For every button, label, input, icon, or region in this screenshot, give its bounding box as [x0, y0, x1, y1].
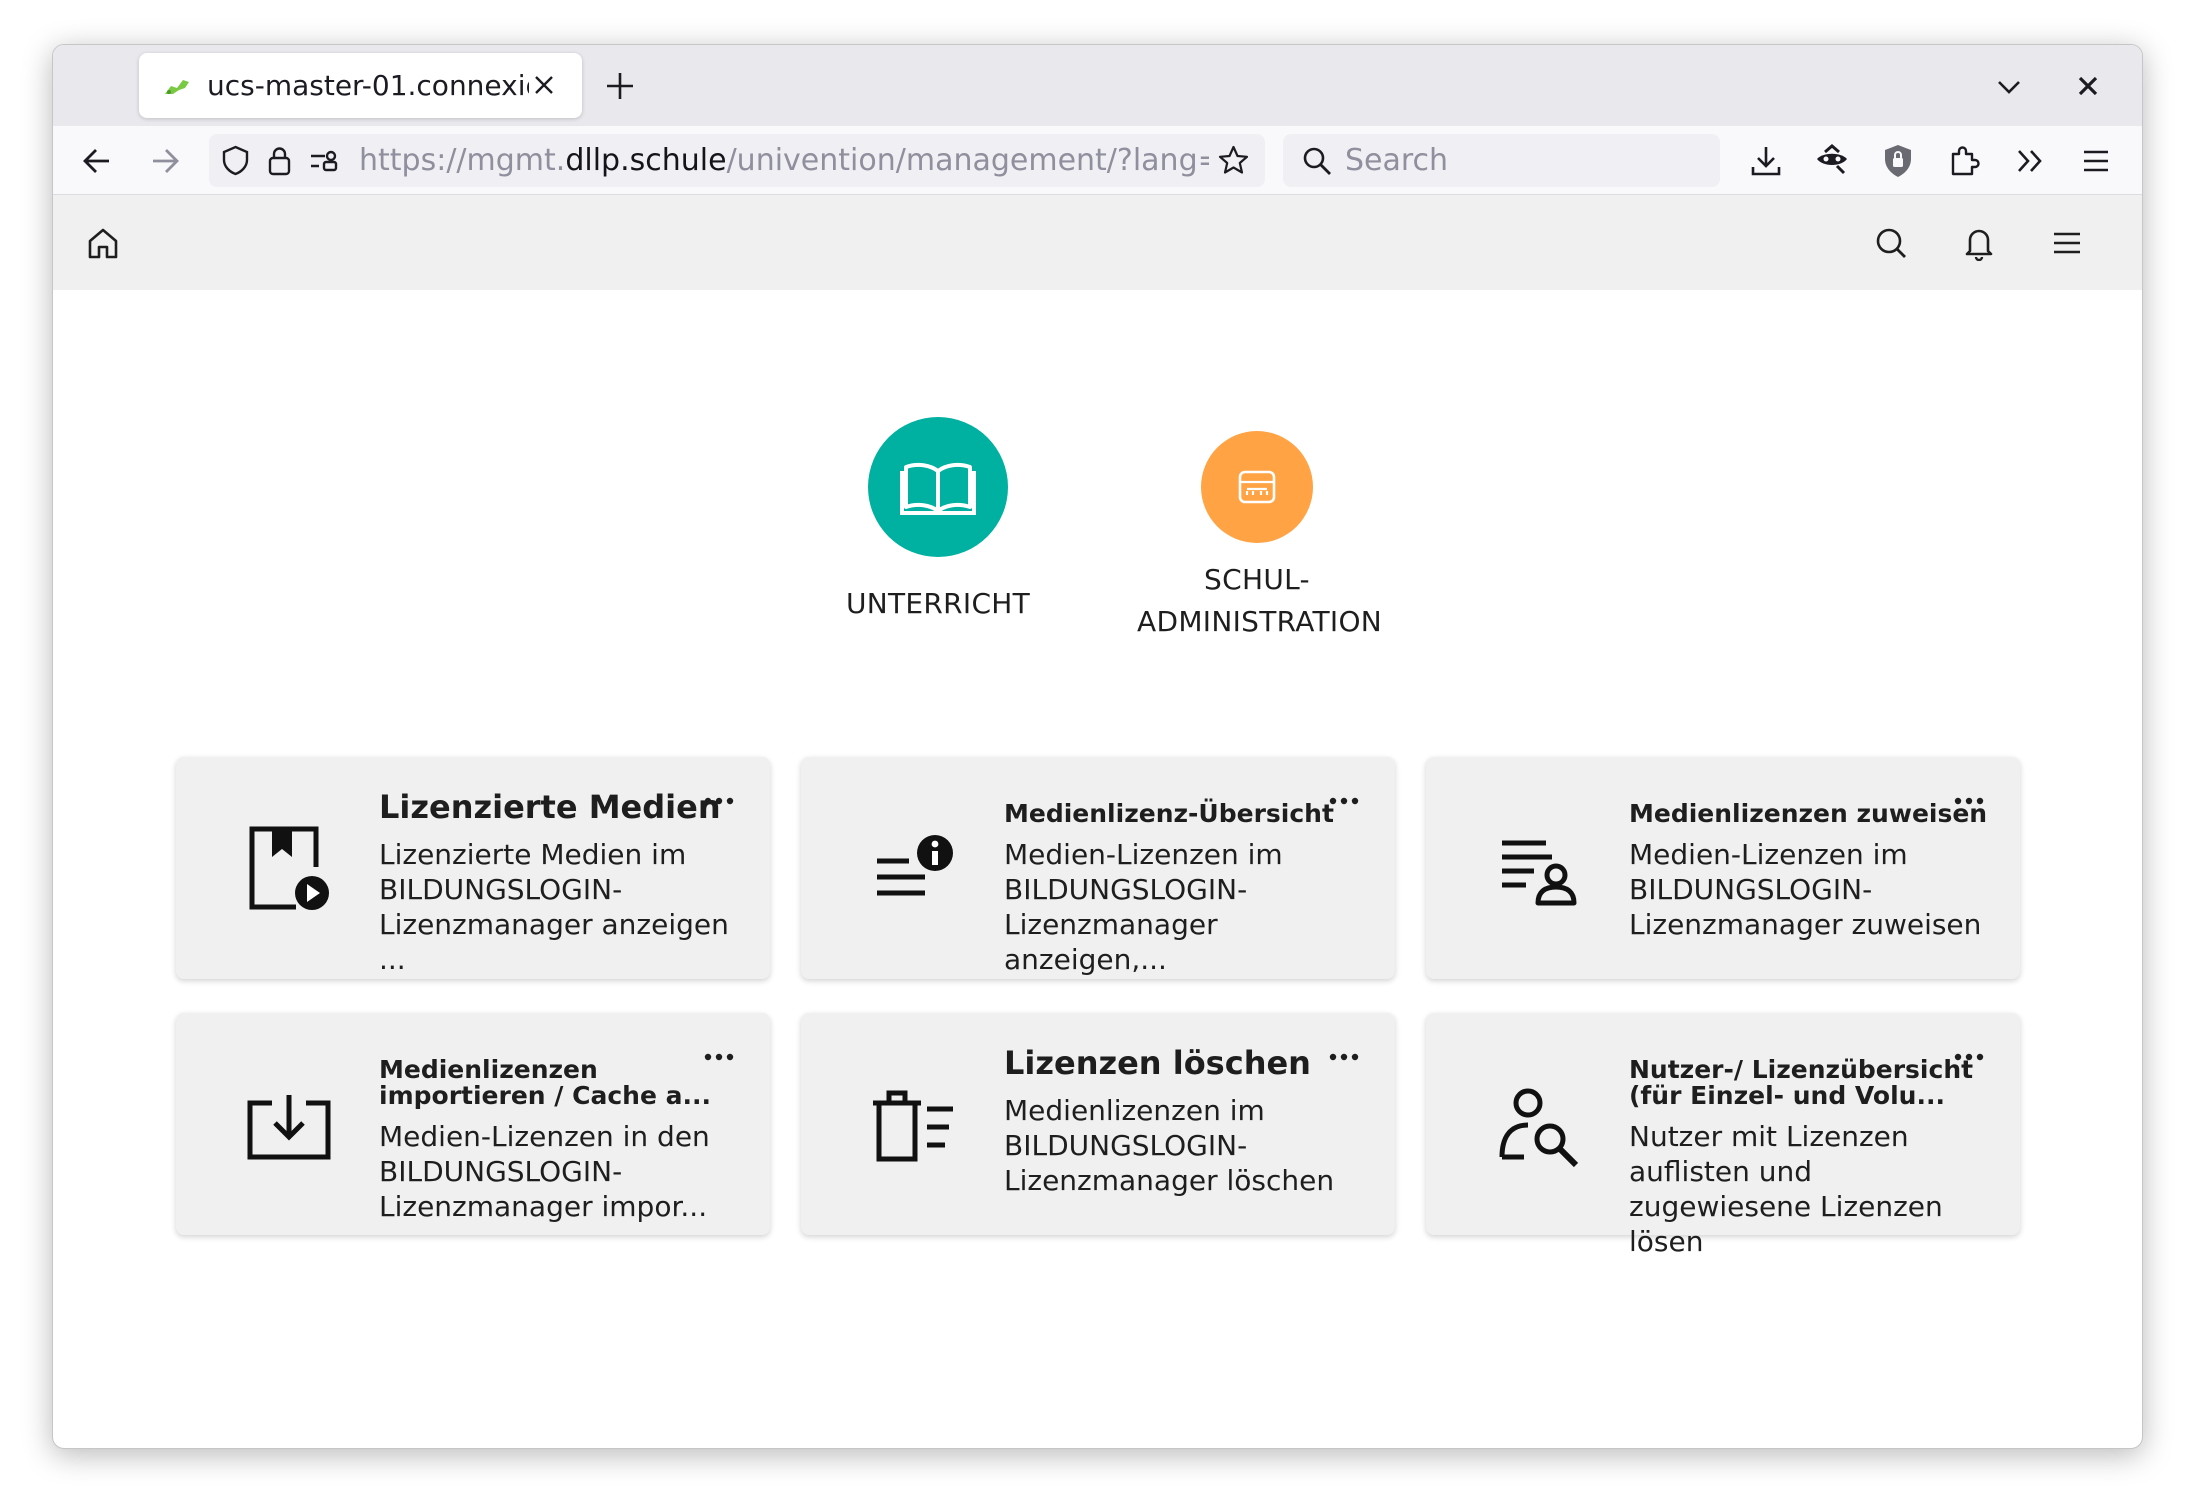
category-label-line1: SCHUL- — [1204, 563, 1310, 596]
forward-arrow-icon[interactable] — [147, 143, 183, 179]
lock-icon[interactable] — [263, 144, 296, 177]
category-label: UNTERRICHT — [845, 587, 1031, 620]
home-icon[interactable] — [85, 225, 121, 261]
category-unterricht[interactable]: UNTERRICHT — [818, 417, 1058, 625]
tile-title: Medienlizenzen zuweisen — [1629, 799, 1988, 828]
univention-favicon-icon — [165, 79, 189, 94]
import-license-icon — [247, 1095, 331, 1160]
assign-license-icon — [1502, 840, 1577, 906]
tile-text: Medienlizenzen zuweisen Medien-Lizenzen … — [1629, 787, 1989, 942]
tile-lizenzen-loeschen[interactable]: Lizenzen löschen Medienlizenzen im BILDU… — [801, 1013, 1395, 1235]
more-options-icon[interactable] — [1954, 797, 1984, 805]
category-circle — [1201, 431, 1313, 543]
window-close-icon[interactable] — [2073, 71, 2103, 101]
navigation-toolbar: https://mgmt.dllp.schule/univention/mana… — [53, 126, 2142, 195]
tile-text: Lizenzierte Medien Lizenzierte Medien im… — [379, 787, 739, 977]
search-placeholder: Search — [1345, 143, 1449, 178]
search-icon[interactable] — [1873, 225, 1909, 261]
address-bar[interactable]: https://mgmt.dllp.schule/univention/mana… — [209, 134, 1265, 187]
more-options-icon[interactable] — [1954, 1053, 1984, 1061]
more-options-icon[interactable] — [704, 1053, 734, 1061]
more-options-icon[interactable] — [1329, 1053, 1359, 1061]
permissions-icon[interactable] — [307, 144, 340, 177]
url-text[interactable]: https://mgmt.dllp.schule/univention/mana… — [359, 144, 1209, 177]
tile-description: Medien-Lizenzen im BILDUNGSLOGIN-Lizenzm… — [1004, 838, 1283, 976]
delete-license-icon — [873, 1090, 953, 1162]
back-arrow-icon[interactable] — [79, 143, 115, 179]
tile-text: Medienlizenzen importieren / Cache a... … — [379, 1043, 739, 1224]
tile-text: Lizenzen löschen Medienlizenzen im BILDU… — [1004, 1043, 1364, 1198]
tab-strip: ucs-master-01.connexion — [53, 45, 2142, 126]
tile-description: Lizenzierte Medien im BILDUNGSLOGIN-Lize… — [379, 838, 729, 976]
search-icon — [1303, 147, 1331, 175]
tile-description: Medienlizenzen im BILDUNGSLOGIN-Lizenzma… — [1004, 1094, 1335, 1197]
search-bar[interactable]: Search — [1283, 134, 1720, 187]
menu-icon[interactable] — [2049, 225, 2085, 261]
tile-title: Lizenzierte Medien — [379, 788, 721, 826]
school-admin-icon — [1238, 470, 1276, 504]
tab-title: ucs-master-01.connexion — [207, 69, 529, 102]
tile-title: Nutzer-/ Lizenzübersicht (für Einzel- un… — [1629, 1055, 1974, 1110]
bell-notifications-icon[interactable] — [1961, 225, 1997, 261]
new-tab-icon[interactable] — [603, 69, 637, 103]
tile-title: Medienlizenz-Übersicht — [1004, 799, 1334, 828]
browser-menu-icon[interactable] — [2077, 142, 2115, 180]
overflow-chevrons-icon[interactable] — [2011, 142, 2049, 180]
chevron-down-icon[interactable] — [1993, 71, 2025, 103]
browser-tab[interactable]: ucs-master-01.connexion — [139, 53, 582, 118]
tile-description: Nutzer mit Lizenzen auflisten und zugewi… — [1629, 1120, 1943, 1258]
download-icon[interactable] — [1747, 142, 1785, 180]
tile-medienlizenzen-zuweisen[interactable]: Medienlizenzen zuweisen Medien-Lizenzen … — [1426, 757, 2020, 979]
category-schul-administration[interactable]: SCHUL- ADMINISTRATION — [1137, 417, 1383, 643]
licensed-media-icon — [249, 826, 329, 910]
more-options-icon[interactable] — [704, 797, 734, 805]
extensions-puzzle-icon[interactable] — [1945, 142, 1983, 180]
category-circle — [868, 417, 1008, 557]
tile-description: Medien-Lizenzen im BILDUNGSLOGIN-Lizenzm… — [1629, 838, 1982, 941]
close-tab-icon[interactable] — [530, 71, 558, 99]
browser-window: ucs-master-01.connexion https://mgmt.dll… — [52, 44, 2143, 1449]
license-overview-icon — [877, 835, 953, 896]
extension-mask-icon[interactable] — [1813, 142, 1851, 180]
tracking-shield-icon[interactable] — [219, 144, 252, 177]
tile-title: Lizenzen löschen — [1004, 1044, 1311, 1082]
tile-medienlizenzen-importieren[interactable]: Medienlizenzen importieren / Cache a... … — [176, 1013, 770, 1235]
tile-text: Medienlizenz-Übersicht Medien-Lizenzen i… — [1004, 787, 1364, 977]
tile-lizenzierte-medien[interactable]: Lizenzierte Medien Lizenzierte Medien im… — [176, 757, 770, 979]
book-icon — [900, 462, 976, 515]
bookmark-star-icon[interactable] — [1217, 144, 1250, 177]
portal-header — [53, 195, 2142, 290]
tile-description: Medien-Lizenzen in den BILDUNGSLOGIN-Liz… — [379, 1120, 710, 1223]
more-options-icon[interactable] — [1329, 797, 1359, 805]
user-license-search-icon — [1499, 1088, 1579, 1168]
shield-extension-icon[interactable] — [1879, 142, 1917, 180]
tile-title: Medienlizenzen importieren / Cache a... — [379, 1055, 711, 1110]
tile-nutzer-lizenzuebersicht[interactable]: Nutzer-/ Lizenzübersicht (für Einzel- un… — [1426, 1013, 2020, 1258]
category-label-line2: ADMINISTRATION — [1137, 605, 1383, 638]
category-label: SCHUL- ADMINISTRATION — [1137, 559, 1383, 643]
tile-text: Nutzer-/ Lizenzübersicht (für Einzel- un… — [1629, 1043, 1989, 1259]
tile-medienlizenz-uebersicht[interactable]: Medienlizenz-Übersicht Medien-Lizenzen i… — [801, 757, 1395, 979]
